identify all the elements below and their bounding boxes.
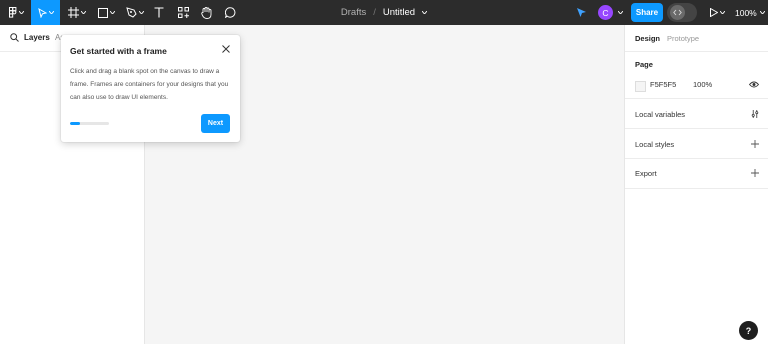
avatar-initial: C xyxy=(602,7,609,18)
tab-design[interactable]: Design xyxy=(635,34,660,43)
zoom-level[interactable]: 100% xyxy=(735,0,765,25)
breadcrumb-separator: / xyxy=(373,7,376,18)
variables-icon[interactable] xyxy=(751,110,759,118)
move-tool-icon xyxy=(37,7,47,18)
frame-tool-button[interactable] xyxy=(65,0,89,25)
avatar[interactable]: C xyxy=(598,5,613,20)
resources-icon xyxy=(177,7,189,18)
right-panel: Design Prototype Page F5F5F5 100% Local … xyxy=(624,25,768,344)
present-button[interactable] xyxy=(707,0,727,25)
shape-tool-icon xyxy=(97,7,108,18)
chevron-down-icon xyxy=(18,11,24,14)
comment-tool-button[interactable] xyxy=(223,0,237,25)
local-styles-title: Local styles xyxy=(635,140,675,149)
file-name[interactable]: Untitled xyxy=(383,7,415,18)
toolbar: Drafts / Untitled C Share 100% xyxy=(0,0,768,25)
page-opacity-value[interactable]: 100% xyxy=(693,80,712,89)
search-icon[interactable] xyxy=(10,33,19,42)
page-section-title: Page xyxy=(635,60,653,69)
multiplayer-cursor-button[interactable] xyxy=(573,0,589,25)
help-button[interactable]: ? xyxy=(739,321,758,340)
shape-tool-button[interactable] xyxy=(94,0,118,25)
eye-icon[interactable] xyxy=(749,81,759,88)
avatar-menu-button[interactable] xyxy=(616,0,624,25)
page-color-swatch[interactable] xyxy=(635,81,646,92)
share-button[interactable]: Share xyxy=(631,3,663,22)
chevron-down-icon xyxy=(617,11,623,14)
play-icon xyxy=(709,8,718,17)
popover-title: Get started with a frame xyxy=(70,46,167,56)
text-tool-button[interactable] xyxy=(152,0,166,25)
hand-tool-icon xyxy=(200,6,211,19)
right-panel-tabs: Design Prototype xyxy=(625,25,768,52)
popover-body: Click and drag a blank spot on the canva… xyxy=(70,68,229,101)
chevron-down-icon xyxy=(719,11,725,14)
dev-mode-toggle[interactable] xyxy=(667,3,697,22)
chevron-down-icon xyxy=(109,11,115,14)
chevron-down-icon xyxy=(48,11,54,14)
local-styles-section[interactable]: Local styles xyxy=(625,129,768,159)
onboarding-popover: Get started with a frame Click and drag … xyxy=(61,35,240,142)
dev-mode-knob xyxy=(670,5,685,20)
plus-icon[interactable] xyxy=(751,169,759,177)
main-menu-button[interactable] xyxy=(6,0,26,25)
comment-tool-icon xyxy=(224,7,235,18)
main-menu-icon xyxy=(8,7,16,18)
plus-icon[interactable] xyxy=(751,140,759,148)
zoom-value: 100% xyxy=(735,7,757,18)
chevron-down-icon xyxy=(81,11,86,14)
page-color-value[interactable]: F5F5F5 xyxy=(650,80,676,89)
frame-tool-icon xyxy=(68,7,79,18)
pen-tool-icon xyxy=(126,7,137,18)
pen-tool-button[interactable] xyxy=(123,0,147,25)
chevron-down-icon[interactable] xyxy=(422,11,428,14)
local-variables-title: Local variables xyxy=(635,110,686,119)
tab-prototype[interactable]: Prototype xyxy=(667,34,699,43)
cursor-icon xyxy=(576,8,586,17)
text-tool-icon xyxy=(154,7,164,18)
close-icon[interactable] xyxy=(221,44,231,54)
local-variables-section[interactable]: Local variables xyxy=(625,99,768,129)
code-icon xyxy=(673,9,682,16)
breadcrumb-drafts[interactable]: Drafts xyxy=(341,7,366,18)
next-button[interactable]: Next xyxy=(201,114,230,133)
chevron-down-icon xyxy=(759,11,765,14)
move-tool-button[interactable] xyxy=(31,0,60,25)
onboarding-progress xyxy=(70,122,109,125)
onboarding-progress-fill xyxy=(70,122,80,125)
hand-tool-button[interactable] xyxy=(199,0,213,25)
tab-layers[interactable]: Layers xyxy=(24,33,50,42)
page-section: Page xyxy=(625,52,768,99)
chevron-down-icon xyxy=(139,11,144,14)
resources-button[interactable] xyxy=(176,0,190,25)
export-title: Export xyxy=(635,169,657,178)
export-section[interactable]: Export xyxy=(625,159,768,189)
